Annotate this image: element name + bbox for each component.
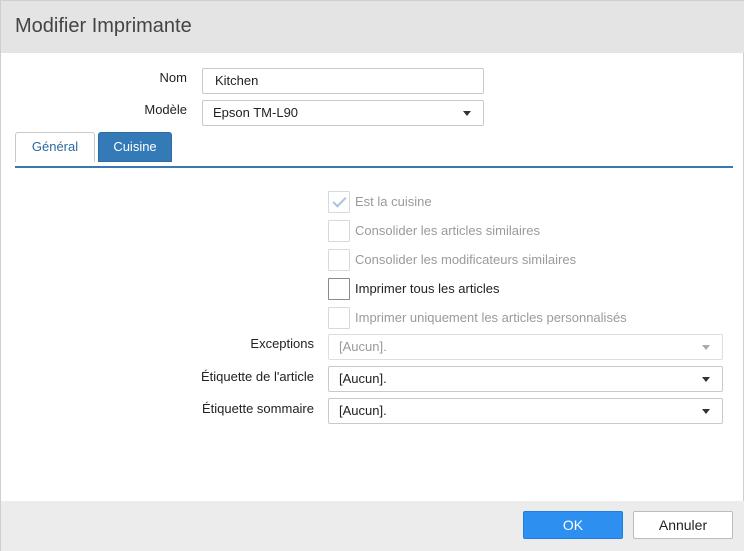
consolidate-items-checkbox[interactable] <box>328 220 350 242</box>
exceptions-label: Exceptions <box>250 336 314 351</box>
tab-general[interactable]: Général <box>15 132 95 162</box>
chevron-down-icon <box>463 111 471 116</box>
model-select-value: Epson TM-L90 <box>213 105 299 120</box>
dialog-footer: OK Annuler <box>1 501 744 551</box>
chevron-down-icon <box>702 345 710 350</box>
checkmark-icon <box>332 193 347 208</box>
chevron-down-icon <box>702 377 710 382</box>
print-all-items-checkbox[interactable] <box>328 278 350 300</box>
name-label: Nom <box>159 70 187 85</box>
tab-divider <box>15 166 733 168</box>
item-label-select-value: [Aucun]. <box>339 371 387 386</box>
consolidate-items-label: Consolider les articles similaires <box>355 223 540 238</box>
print-custom-items-label: Imprimer uniquement les articles personn… <box>355 310 627 325</box>
print-custom-items-checkbox[interactable] <box>328 307 350 329</box>
consolidate-modifiers-label: Consolider les modificateurs similaires <box>355 252 577 267</box>
cancel-button[interactable]: Annuler <box>633 511 733 539</box>
is-kitchen-checkbox[interactable] <box>328 191 350 213</box>
tab-kitchen[interactable]: Cuisine <box>98 132 172 162</box>
ok-button[interactable]: OK <box>523 511 623 539</box>
is-kitchen-label: Est la cuisine <box>355 194 432 209</box>
name-input[interactable]: Kitchen <box>202 68 484 94</box>
item-label-label: Étiquette de l'article <box>200 369 314 384</box>
consolidate-modifiers-checkbox[interactable] <box>328 249 350 271</box>
chevron-down-icon <box>702 409 710 414</box>
dialog-title: Modifier Imprimante <box>15 15 192 37</box>
exceptions-select[interactable]: [Aucun]. <box>328 334 723 360</box>
model-label: Modèle <box>144 102 187 117</box>
item-label-select[interactable]: [Aucun]. <box>328 366 723 392</box>
summary-label-label: Étiquette sommaire <box>202 401 314 416</box>
summary-label-select-value: [Aucun]. <box>339 403 387 418</box>
dialog-titlebar: Modifier Imprimante <box>1 1 744 53</box>
exceptions-select-value: [Aucun]. <box>339 339 387 354</box>
model-select[interactable]: Epson TM-L90 <box>202 100 484 126</box>
edit-printer-dialog: Modifier Imprimante Nom Kitchen Modèle E… <box>0 0 744 551</box>
summary-label-select[interactable]: [Aucun]. <box>328 398 723 424</box>
print-all-items-label: Imprimer tous les articles <box>355 281 500 296</box>
